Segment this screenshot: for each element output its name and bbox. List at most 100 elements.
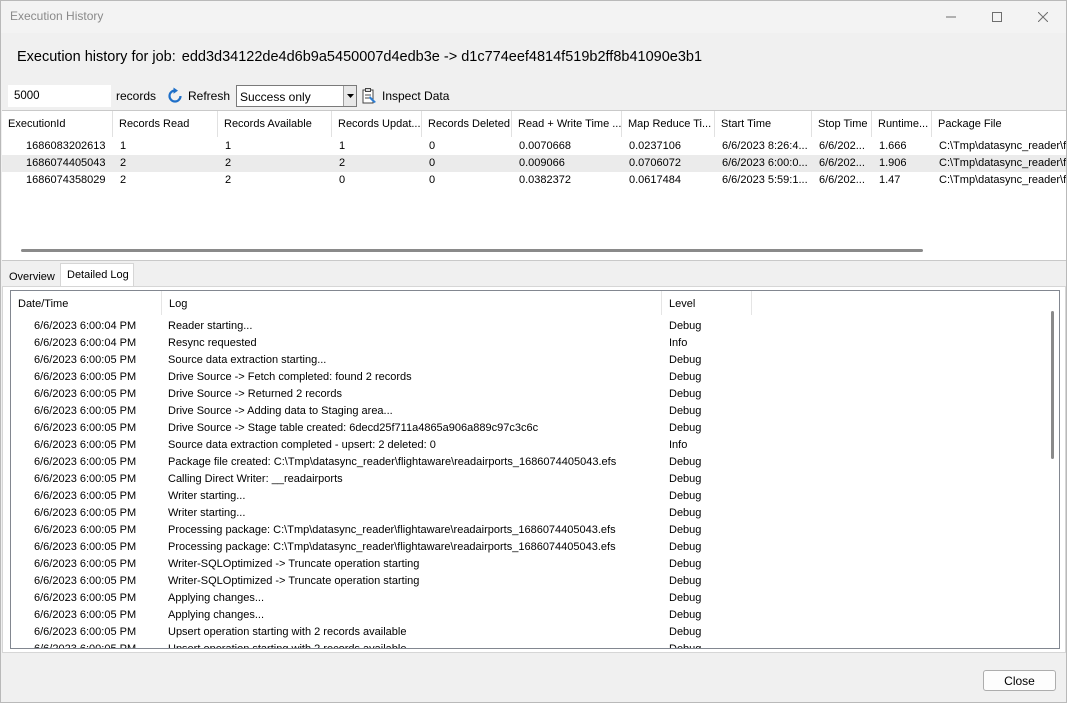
column-header[interactable]: Records Available (218, 111, 332, 137)
record-count-input[interactable] (8, 85, 111, 107)
log-row[interactable]: 6/6/2023 6:00:04 PM Resync requested Info (11, 334, 1051, 351)
log-row[interactable]: 6/6/2023 6:00:05 PM Drive Source -> Addin… (11, 402, 1051, 419)
log-row[interactable]: 6/6/2023 6:00:05 PM Writer-SQLOptimized -… (11, 555, 1051, 572)
log-row[interactable]: 6/6/2023 6:00:05 PM Drive Source -> Fetch… (11, 368, 1051, 385)
minimize-button[interactable] (928, 1, 974, 33)
column-header[interactable]: Level (662, 291, 752, 315)
log-datetime: 6/6/2023 6:00:05 PM (34, 371, 137, 383)
log-row[interactable]: 6/6/2023 6:00:05 PM Writer starting... Deb… (11, 504, 1051, 521)
log-datetime: 6/6/2023 6:00:05 PM (34, 541, 137, 553)
cell-records-available: 2 (225, 174, 232, 186)
log-row[interactable]: 6/6/2023 6:00:05 PM Package file created:… (11, 453, 1051, 470)
log-level: Debug (669, 575, 702, 587)
column-header[interactable]: ExecutionId (2, 111, 113, 137)
cell-stop-time: 6/6/202... (819, 174, 865, 186)
close-button[interactable]: Close (983, 670, 1056, 691)
tab-detailed-log[interactable]: Detailed Log (60, 263, 134, 287)
column-header[interactable]: Records Deleted (422, 111, 512, 137)
log-row[interactable]: 6/6/2023 6:00:05 PM Source data extractio… (11, 436, 1051, 453)
column-header[interactable]: Log (162, 291, 662, 315)
log-datetime: 6/6/2023 6:00:05 PM (34, 388, 137, 400)
cell-start-time: 6/6/2023 5:59:1... (722, 174, 808, 186)
column-header[interactable]: Stop Time (812, 111, 872, 137)
table-row[interactable]: 1686074405043 2 2 2 0 0.009066 0.0706072… (2, 155, 1066, 172)
close-icon (1038, 12, 1048, 22)
log-message: Package file created: C:\Tmp\datasync_re… (168, 456, 617, 468)
log-level: Debug (669, 643, 702, 649)
cell-package-file: C:\Tmp\datasync_reader\flig (939, 157, 1066, 169)
log-row[interactable]: 6/6/2023 6:00:05 PM Applying changes... De… (11, 589, 1051, 606)
status-filter-select[interactable]: Success only (236, 85, 357, 107)
horizontal-scrollbar[interactable] (21, 249, 923, 252)
records-label: records (116, 89, 157, 103)
cell-read-write-time: 0.0070668 (519, 140, 571, 152)
log-row[interactable]: 6/6/2023 6:00:05 PM Processing package: C… (11, 538, 1051, 555)
maximize-button[interactable] (974, 1, 1020, 33)
log-row[interactable]: 6/6/2023 6:00:05 PM Drive Source -> Stage… (11, 419, 1051, 436)
log-level: Debug (669, 354, 702, 366)
log-level: Debug (669, 592, 702, 604)
cell-records-updated: 2 (339, 157, 346, 169)
log-message: Drive Source -> Adding data to Staging a… (168, 405, 393, 417)
inspect-data-label: Inspect Data (382, 89, 450, 103)
cell-records-available: 1 (225, 140, 232, 152)
detailed-log-panel: Date/Time Log Level 6/6/2023 6:00:04 PM R… (2, 286, 1066, 653)
log-row[interactable]: 6/6/2023 6:00:05 PM Drive Source -> Retur… (11, 385, 1051, 402)
column-header[interactable]: Records Read (113, 111, 218, 137)
log-datetime: 6/6/2023 6:00:05 PM (34, 592, 137, 604)
log-row[interactable]: 6/6/2023 6:00:05 PM Upsert operation star… (11, 623, 1051, 640)
log-level: Debug (669, 320, 702, 332)
column-header[interactable]: Runtime... (872, 111, 932, 137)
log-row[interactable]: 6/6/2023 6:00:05 PM Writer starting... Deb… (11, 487, 1051, 504)
column-header[interactable]: Date/Time (11, 291, 162, 315)
log-message: Processing package: C:\Tmp\datasync_read… (168, 541, 616, 553)
column-header[interactable]: Read + Write Time ... (512, 111, 622, 137)
log-datetime: 6/6/2023 6:00:05 PM (34, 575, 137, 587)
log-level: Debug (669, 558, 702, 570)
log-row[interactable]: 6/6/2023 6:00:05 PM Processing package: C… (11, 521, 1051, 538)
refresh-icon (168, 87, 182, 103)
cell-records-updated: 1 (339, 140, 346, 152)
executions-grid[interactable]: ExecutionId Records Read Records Availab… (2, 110, 1066, 261)
execution-history-window: Execution History Execution history for … (0, 0, 1067, 703)
column-header[interactable]: Map Reduce Ti... (622, 111, 715, 137)
log-row[interactable]: 6/6/2023 6:00:05 PM Calling Direct Writer… (11, 470, 1051, 487)
log-datetime: 6/6/2023 6:00:05 PM (34, 456, 137, 468)
refresh-label: Refresh (188, 89, 231, 103)
table-row[interactable]: 1686083202613 1 1 1 0 0.0070668 0.023710… (2, 138, 1066, 155)
cell-map-reduce-time: 0.0706072 (629, 157, 681, 169)
window-close-button[interactable] (1020, 1, 1066, 33)
tab-overview[interactable]: Overview (3, 266, 59, 287)
cell-read-write-time: 0.0382372 (519, 174, 571, 186)
cell-runtime: 1.666 (879, 140, 907, 152)
log-row[interactable]: 6/6/2023 6:00:05 PM Source data extractio… (11, 351, 1051, 368)
log-datetime: 6/6/2023 6:00:05 PM (34, 405, 137, 417)
column-header[interactable]: Start Time (715, 111, 812, 137)
chevron-down-icon[interactable] (343, 86, 356, 106)
log-datetime: 6/6/2023 6:00:05 PM (34, 354, 137, 366)
column-header[interactable]: Package File (932, 111, 1066, 137)
inspect-data-button[interactable]: Inspect Data (361, 85, 449, 107)
log-row[interactable]: 6/6/2023 6:00:04 PM Reader starting... Deb… (11, 317, 1051, 334)
cell-records-deleted: 0 (429, 157, 436, 169)
log-row[interactable]: 6/6/2023 6:00:05 PM Upsert operation star… (11, 640, 1051, 649)
log-datetime: 6/6/2023 6:00:05 PM (34, 439, 137, 451)
log-level: Debug (669, 490, 702, 502)
refresh-button[interactable]: Refresh (166, 85, 230, 107)
column-header[interactable]: Records Updat... (332, 111, 422, 137)
table-row[interactable]: 1686074358029 2 2 0 0 0.0382372 0.061748… (2, 172, 1066, 189)
job-header: Execution history for job: edd3d34122de4d… (17, 49, 702, 65)
log-level: Debug (669, 626, 702, 638)
job-value: edd3d34122de4d6b9a5450007d4edb3e -> d1c7… (181, 49, 703, 65)
log-datetime: 6/6/2023 6:00:05 PM (34, 626, 137, 638)
log-level: Debug (669, 473, 702, 485)
log-row[interactable]: 6/6/2023 6:00:05 PM Writer-SQLOptimized -… (11, 572, 1051, 589)
log-row[interactable]: 6/6/2023 6:00:05 PM Applying changes... De… (11, 606, 1051, 623)
cell-records-deleted: 0 (429, 174, 436, 186)
job-label: Execution history for job: (17, 49, 176, 65)
cell-start-time: 6/6/2023 8:26:4... (722, 140, 808, 152)
vertical-scrollbar[interactable] (1051, 311, 1054, 459)
log-level: Debug (669, 456, 702, 468)
log-message: Applying changes... (168, 609, 265, 621)
log-list[interactable]: Date/Time Log Level 6/6/2023 6:00:04 PM R… (10, 290, 1060, 649)
